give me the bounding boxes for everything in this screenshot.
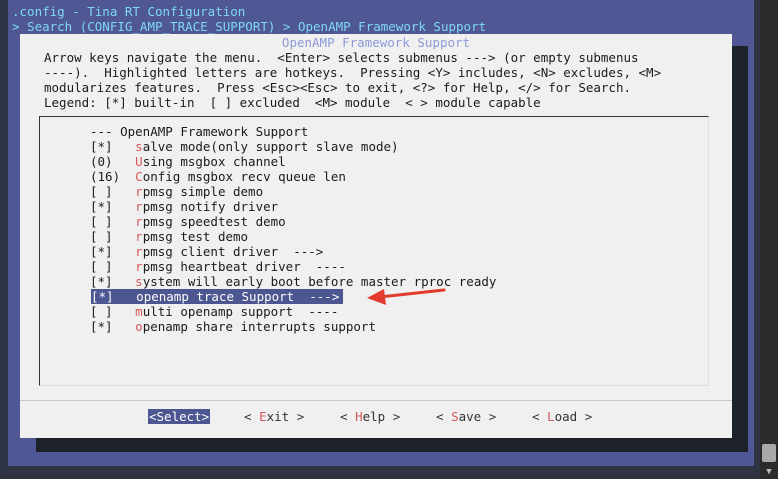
annotation-arrow-icon bbox=[367, 288, 446, 305]
scroll-down-arrow-icon[interactable]: ▼ bbox=[761, 466, 777, 479]
terminal-window: .config - Tina RT Configuration > Search… bbox=[0, 0, 760, 479]
scrollbar-thumb[interactable] bbox=[762, 444, 776, 462]
scrollbar[interactable] bbox=[760, 0, 778, 479]
